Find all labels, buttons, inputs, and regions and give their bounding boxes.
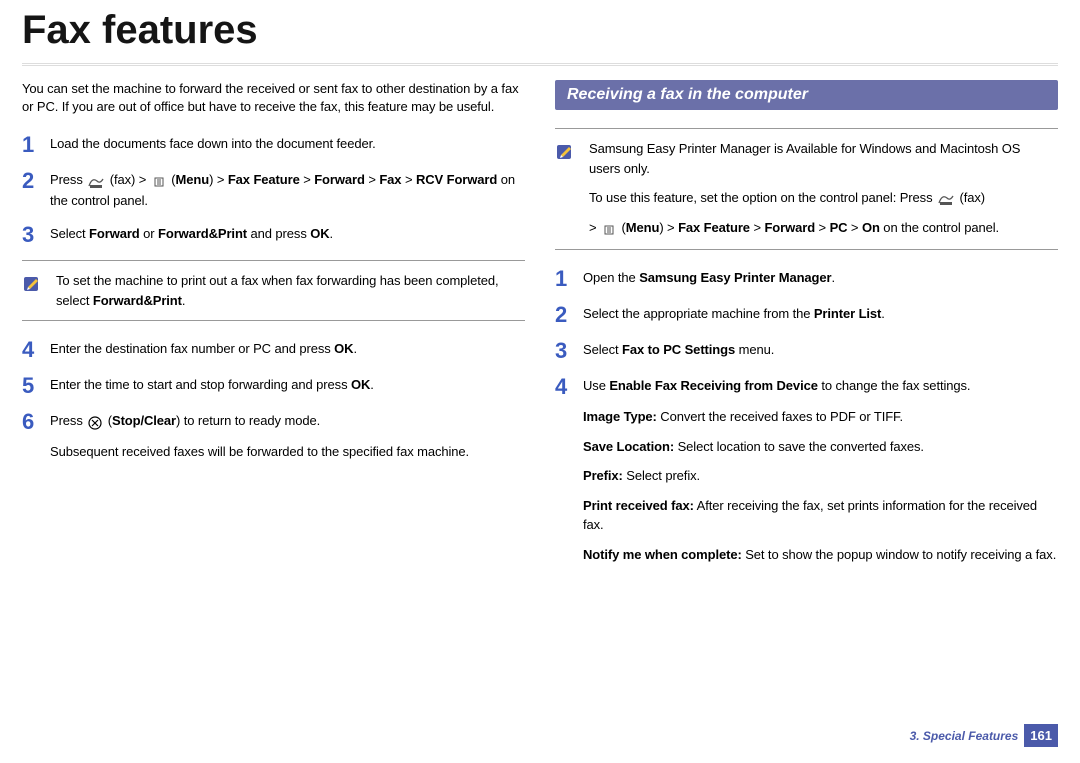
- step-text: Select Forward or Forward&Print and pres…: [50, 224, 525, 246]
- step-1: 1 Load the documents face down into the …: [22, 134, 525, 156]
- step-number: 2: [22, 170, 50, 210]
- page-footer: 3. Special Features 161: [910, 724, 1058, 747]
- step-text: Enter the time to start and stop forward…: [50, 375, 525, 397]
- step-text: Press (fax) > (Menu) > Fax Feature > For…: [50, 170, 525, 210]
- chapter-label: 3. Special Features: [910, 729, 1019, 743]
- step-text: Open the Samsung Easy Printer Manager.: [583, 268, 1058, 290]
- menu-icon: [602, 219, 616, 239]
- step-text: Enter the destination fax number or PC a…: [50, 339, 525, 361]
- step-3: 3 Select Forward or Forward&Print and pr…: [22, 224, 525, 246]
- page-number: 161: [1024, 724, 1058, 747]
- note-body: Samsung Easy Printer Manager is Availabl…: [589, 139, 1054, 239]
- step-text: Select the appropriate machine from the …: [583, 304, 1058, 326]
- step-text: Load the documents face down into the do…: [50, 134, 525, 156]
- section-heading: Receiving a fax in the computer: [555, 80, 1058, 110]
- step-number: 2: [555, 304, 583, 326]
- step-4: 4 Use Enable Fax Receiving from Device t…: [555, 376, 1058, 575]
- step-number: 3: [22, 224, 50, 246]
- note-box: To set the machine to print out a fax wh…: [22, 260, 525, 321]
- step-3: 3 Select Fax to PC Settings menu.: [555, 340, 1058, 362]
- left-column: You can set the machine to forward the r…: [22, 80, 525, 588]
- fax-icon: [938, 189, 954, 209]
- content-columns: You can set the machine to forward the r…: [0, 80, 1080, 588]
- right-column: Receiving a fax in the computer Samsung …: [555, 80, 1058, 588]
- step-text: Select Fax to PC Settings menu.: [583, 340, 1058, 362]
- step-2: 2 Select the appropriate machine from th…: [555, 304, 1058, 326]
- stop-clear-icon: [88, 412, 102, 432]
- step-text: Use Enable Fax Receiving from Device to …: [583, 376, 1058, 575]
- title-divider: [22, 63, 1058, 66]
- note-pencil-icon: [555, 139, 589, 239]
- step-number: 5: [22, 375, 50, 397]
- note-body: To set the machine to print out a fax wh…: [56, 271, 521, 310]
- step-number: 3: [555, 340, 583, 362]
- step-number: 1: [555, 268, 583, 290]
- step-2: 2 Press (fax) > (Menu) > Fax Feature > F…: [22, 170, 525, 210]
- step-number: 4: [555, 376, 583, 575]
- step-number: 6: [22, 411, 50, 461]
- step-6: 6 Press (Stop/Clear) to return to ready …: [22, 411, 525, 461]
- step-4: 4 Enter the destination fax number or PC…: [22, 339, 525, 361]
- page-title: Fax features: [0, 0, 1080, 63]
- step-1: 1 Open the Samsung Easy Printer Manager.: [555, 268, 1058, 290]
- step-number: 4: [22, 339, 50, 361]
- step-5: 5 Enter the time to start and stop forwa…: [22, 375, 525, 397]
- menu-icon: [152, 171, 166, 191]
- sub-bullets: Image Type: Convert the received faxes t…: [583, 407, 1058, 564]
- note-box: Samsung Easy Printer Manager is Availabl…: [555, 128, 1058, 250]
- step-text: Press (Stop/Clear) to return to ready mo…: [50, 411, 525, 461]
- fax-icon: [88, 171, 104, 191]
- step-number: 1: [22, 134, 50, 156]
- intro-paragraph: You can set the machine to forward the r…: [22, 80, 525, 116]
- note-pencil-icon: [22, 271, 56, 310]
